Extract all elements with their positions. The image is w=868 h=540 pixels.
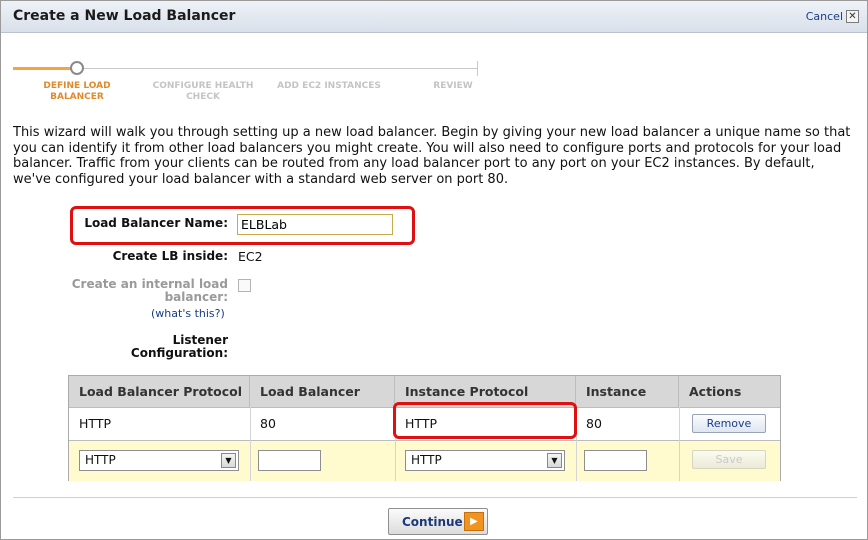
table-row-new-listener: HTTP ▼ HTTP ▼ Save: [69, 440, 780, 481]
whats-this-link[interactable]: (what's this?): [151, 307, 225, 320]
chevron-down-icon: ▼: [221, 453, 236, 468]
column-header-lb-port: Load Balancer Port: [250, 376, 395, 430]
chevron-down-icon: ▼: [547, 453, 562, 468]
step-add-ec2-instances: ADD EC2 INSTANCES: [277, 81, 381, 91]
cancel-link[interactable]: Cancel: [806, 10, 843, 23]
stepper-progress: [13, 67, 73, 70]
footer-divider: [13, 497, 857, 498]
continue-label: Continue: [402, 515, 463, 529]
internal-load-balancer-label: Create an internal load balancer:: [71, 277, 228, 304]
create-lb-inside-value: EC2: [238, 249, 263, 264]
lb-protocol-selected: HTTP: [85, 453, 116, 467]
instance-protocol-select[interactable]: HTTP ▼: [405, 450, 565, 471]
column-divider: [250, 407, 251, 481]
lb-port-input[interactable]: [258, 450, 321, 471]
column-header-lb-protocol: Load Balancer Protocol: [69, 376, 250, 407]
cell-lb-port: 80: [260, 416, 276, 431]
listener-configuration-label: Listener Configuration:: [130, 333, 228, 360]
column-header-instance-port: Instance Port: [576, 376, 679, 430]
save-button[interactable]: Save: [692, 450, 766, 469]
stepper-current-dot: [70, 61, 84, 75]
remove-button[interactable]: Remove: [692, 414, 766, 433]
step-configure-health-check: CONFIGURE HEALTH CHECK: [152, 81, 254, 102]
column-divider: [679, 407, 680, 481]
arrow-right-icon: ▶: [464, 512, 484, 531]
dialog-titlebar: Create a New Load Balancer Cancel ✕: [1, 1, 867, 33]
close-icon[interactable]: ✕: [846, 10, 859, 23]
cell-instance-port: 80: [586, 416, 602, 431]
instance-port-input[interactable]: [584, 450, 647, 471]
internal-load-balancer-checkbox[interactable]: [238, 279, 251, 292]
create-lb-inside-label: Create LB inside:: [112, 249, 228, 263]
continue-button[interactable]: Continue ▶: [388, 508, 488, 535]
stepper-end-marker: [477, 61, 478, 76]
dialog-title: Create a New Load Balancer: [13, 8, 236, 24]
create-load-balancer-dialog: Create a New Load Balancer Cancel ✕ DEFI…: [0, 0, 868, 540]
intro-text: This wizard will walk you through settin…: [13, 125, 851, 187]
instance-protocol-selected: HTTP: [411, 453, 442, 467]
highlight-instance-protocol: [393, 402, 577, 439]
step-define-load-balancer: DEFINE LOAD BALANCER: [43, 81, 111, 102]
cell-lb-protocol: HTTP: [79, 416, 111, 431]
step-review: REVIEW: [433, 81, 473, 91]
highlight-name-field: [70, 206, 415, 245]
lb-protocol-select[interactable]: HTTP ▼: [79, 450, 239, 471]
column-header-actions: Actions: [679, 376, 780, 407]
